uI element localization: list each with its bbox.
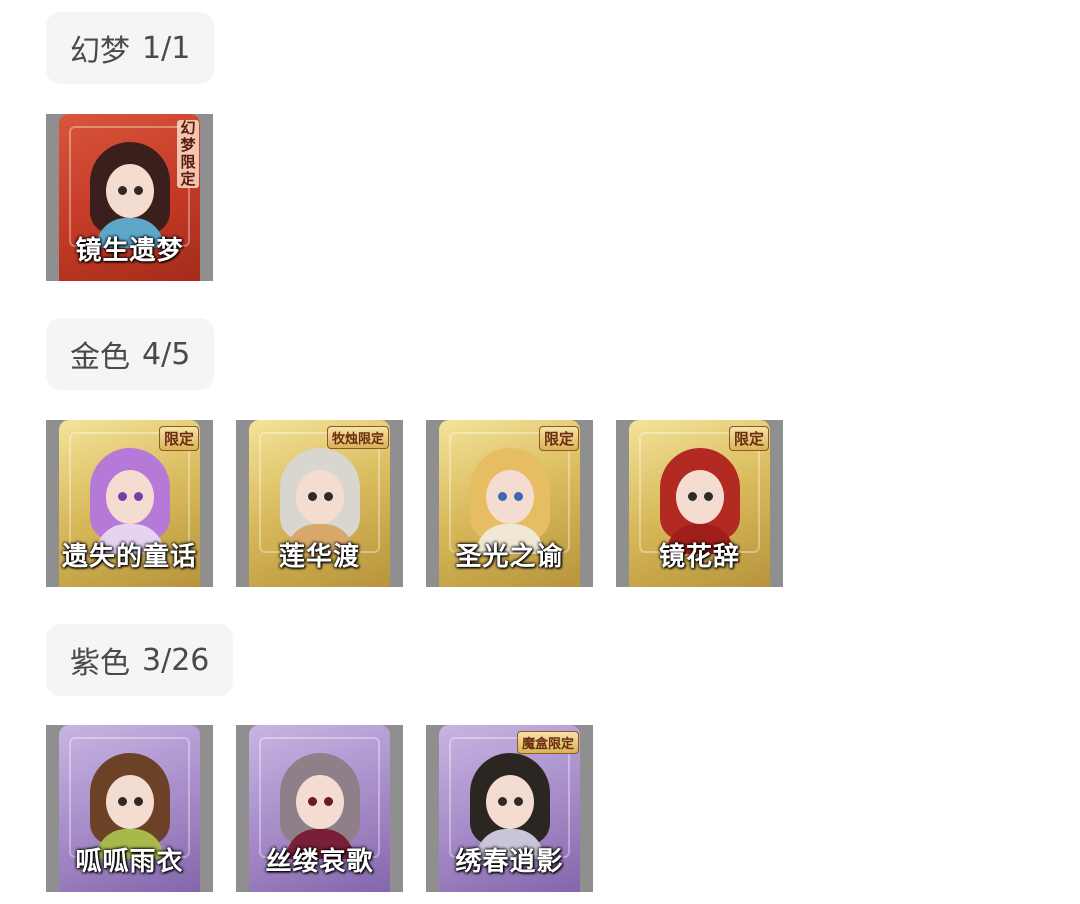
skin-name: 镜生遗梦: [75, 236, 184, 266]
character-portrait: [656, 440, 744, 554]
tier-name: 幻梦: [70, 34, 130, 69]
tier-name: 紫色: [70, 646, 130, 681]
skin-grid-purple: 呱呱雨衣 丝缕哀歌 魔盒限定 绣春逍影: [46, 725, 616, 892]
skin-name: 莲华渡: [278, 542, 360, 572]
skin-name: 遗失的童话: [61, 542, 197, 572]
limited-badge: 幻梦限定: [177, 120, 199, 188]
limited-badge: 牧烛限定: [326, 426, 389, 449]
skin-name: 圣光之谕: [455, 542, 564, 572]
skin-name: 绣春逍影: [455, 847, 564, 877]
character-portrait: [86, 134, 174, 248]
limited-badge: 限定: [728, 426, 769, 451]
limited-badge: 限定: [538, 426, 579, 451]
limited-badge: 魔盒限定: [516, 731, 579, 754]
skin-name: 丝缕哀歌: [265, 847, 374, 877]
character-portrait: [276, 745, 364, 859]
skin-name: 呱呱雨衣: [75, 847, 184, 877]
skin-name: 镜花辞: [658, 542, 740, 572]
skin-card[interactable]: 呱呱雨衣: [46, 725, 213, 892]
skin-card[interactable]: 限定 镜花辞: [616, 420, 783, 587]
character-portrait: [86, 440, 174, 554]
character-portrait: [276, 440, 364, 554]
character-portrait: [86, 745, 174, 859]
tier-header-gold: 金色 4/5: [46, 318, 215, 390]
skin-card[interactable]: 限定 遗失的童话: [46, 420, 213, 587]
skin-card[interactable]: 限定 圣光之谕: [426, 420, 593, 587]
tier-header-purple: 紫色 3/26: [46, 624, 234, 696]
tier-header-dream: 幻梦 1/1: [46, 12, 215, 84]
character-portrait: [466, 440, 554, 554]
tier-name: 金色: [70, 340, 130, 375]
tier-count: 1/1: [142, 30, 191, 66]
skin-card[interactable]: 幻梦限定 镜生遗梦: [46, 114, 213, 281]
skin-card[interactable]: 牧烛限定 莲华渡: [236, 420, 403, 587]
tier-count: 4/5: [142, 336, 191, 372]
character-portrait: [466, 745, 554, 859]
tier-count: 3/26: [142, 642, 210, 678]
skin-card[interactable]: 魔盒限定 绣春逍影: [426, 725, 593, 892]
limited-badge: 限定: [158, 426, 199, 451]
skin-grid-dream: 幻梦限定 镜生遗梦: [46, 114, 236, 281]
skin-card[interactable]: 丝缕哀歌: [236, 725, 403, 892]
skin-grid-gold: 限定 遗失的童话 牧烛限定 莲华渡 限定 圣光之谕 限定 镜花辞: [46, 420, 806, 587]
